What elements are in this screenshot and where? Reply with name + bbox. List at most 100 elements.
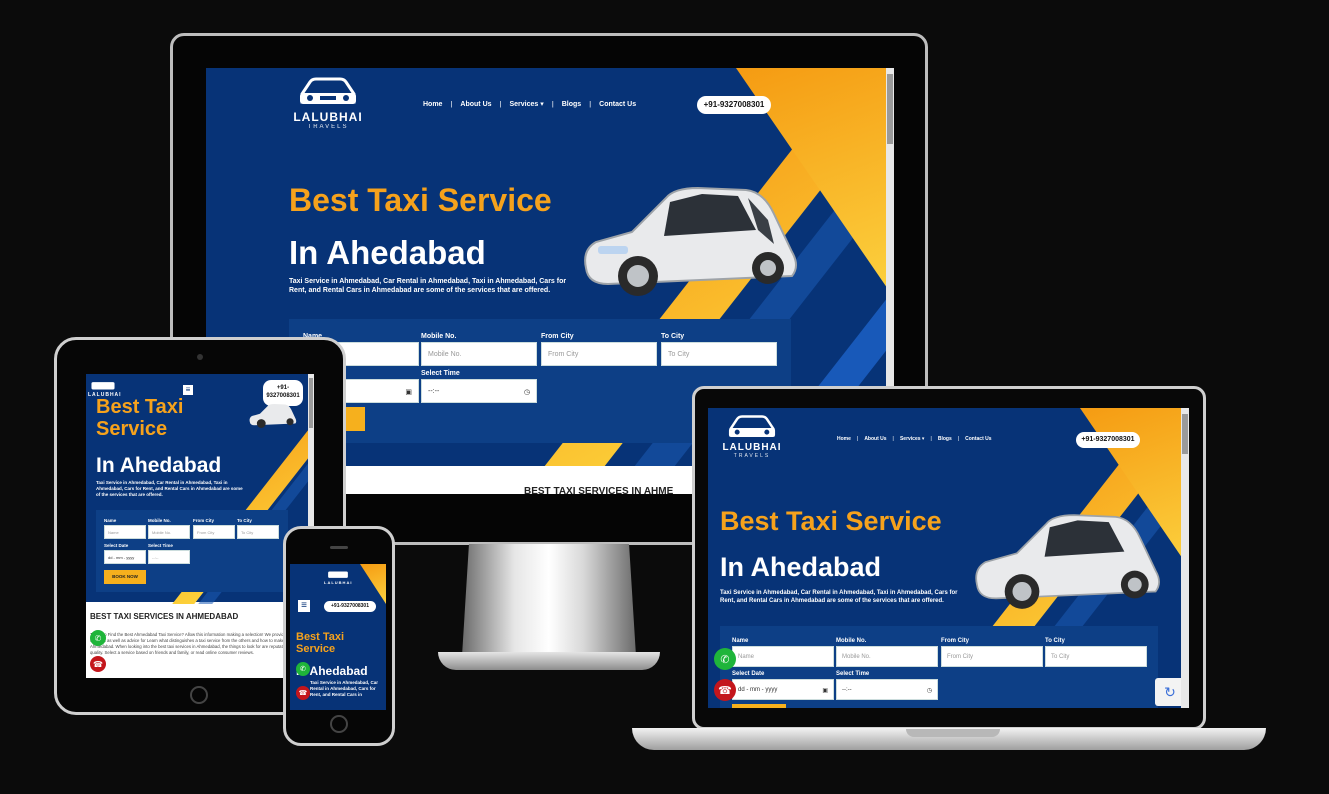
date-label: Select Date <box>732 671 765 677</box>
site-logo[interactable]: LALUBHAI TRAVELS <box>292 76 364 130</box>
hamburger-icon[interactable]: ≡ <box>298 600 310 612</box>
to-label: To City <box>1045 638 1065 644</box>
call-button[interactable]: ☎ <box>714 679 736 701</box>
nav-blogs[interactable]: Blogs <box>938 436 952 442</box>
whatsapp-button[interactable]: ✆ <box>296 662 310 676</box>
call-button[interactable]: ☎ <box>296 686 310 700</box>
date-input[interactable]: dd - mm - yyyy <box>104 550 146 564</box>
hamburger-icon[interactable]: ≡ <box>183 385 193 395</box>
site-logo[interactable]: LALUBHAI <box>324 568 352 585</box>
laptop-scrollbar[interactable] <box>1181 408 1189 708</box>
calendar-icon: ▣ <box>822 688 828 694</box>
nav-services[interactable]: Services ▾ <box>510 100 544 108</box>
booking-form: Name Mobile No. From City To City Name M… <box>96 510 288 592</box>
logo-name: LALUBHAI <box>722 442 782 453</box>
time-label: Select Time <box>148 543 173 548</box>
phone-speaker <box>330 546 348 549</box>
phone-button[interactable]: +91-9327008301 <box>697 96 771 114</box>
from-label: From City <box>541 333 574 340</box>
car-logo-icon <box>328 571 348 578</box>
time-input[interactable]: --:-- ◷ <box>421 379 537 403</box>
hero-description: Taxi Service in Ahmedabad, Car Rental in… <box>289 278 567 294</box>
car-image <box>249 404 297 428</box>
booking-form: Name Mobile No. From City To City Name M… <box>720 626 1158 708</box>
nav-home[interactable]: Home <box>423 101 442 108</box>
date-input[interactable]: dd - mm - yyyy ▣ <box>732 679 834 700</box>
tablet-camera <box>197 354 203 360</box>
phone-button[interactable]: +91-9327008301 <box>1076 432 1140 448</box>
nav-contact[interactable]: Contact Us <box>599 101 636 108</box>
monitor-base <box>438 652 660 670</box>
monitor-stand <box>462 544 636 656</box>
nav-blogs[interactable]: Blogs <box>562 101 581 108</box>
phone-icon: ☎ <box>93 659 103 669</box>
mobile-input[interactable]: Mobile No. <box>421 342 537 366</box>
whatsapp-button[interactable]: ✆ <box>90 630 106 646</box>
car-image <box>584 186 797 296</box>
to-input[interactable]: To City <box>237 525 279 539</box>
whatsapp-icon: ✆ <box>720 653 730 666</box>
site-logo[interactable]: LALUBHAI <box>88 378 121 398</box>
phone-screen: LALUBHAI ≡ +91-9327008301 Best Taxi Servi… <box>290 564 386 710</box>
name-input[interactable]: Name <box>104 525 146 539</box>
logo-sub: TRAVELS <box>733 453 771 459</box>
whatsapp-button[interactable]: ✆ <box>714 648 736 670</box>
to-input[interactable]: To City <box>661 342 777 366</box>
time-input[interactable]: --:-- <box>148 550 190 564</box>
time-label: Select Time <box>421 370 460 377</box>
hero-subtitle: In Ahedabad <box>96 454 222 477</box>
phone-home-button <box>330 715 348 733</box>
time-label: Select Time <box>836 671 870 677</box>
mobile-label: Mobile No. <box>148 518 171 523</box>
nav-services[interactable]: Services ▾ <box>900 436 924 442</box>
whatsapp-icon: ✆ <box>300 666 306 673</box>
nav-home[interactable]: Home <box>837 436 851 442</box>
book-now-button[interactable]: BOOK NOW <box>104 570 146 584</box>
main-nav: Home | About Us | Services ▾ | Blogs | Conta… <box>423 100 637 109</box>
hero-description: Taxi Service in Ahmedabad, Car Rental in… <box>96 480 243 497</box>
hero-title: Best Taxi Service <box>296 631 345 655</box>
car-logo-icon <box>300 77 356 104</box>
section-title: BEST TAXI SERVICES IN AHME <box>524 486 674 494</box>
tablet-screen: LALUBHAI ≡ +91- 9327008301 Best Taxi Servi… <box>86 374 314 678</box>
hero-subtitle: In Ahedabad <box>720 552 882 582</box>
nav-contact[interactable]: Contact Us <box>965 436 991 442</box>
to-label: To City <box>661 333 685 340</box>
phone-button[interactable]: +91-9327008301 <box>324 601 376 612</box>
section-text: Trying to Find the Best Ahmedabad Taxi S… <box>90 632 310 655</box>
from-label: From City <box>193 518 215 523</box>
mobile-input[interactable]: Mobile No. <box>148 525 190 539</box>
whatsapp-icon: ✆ <box>94 633 102 643</box>
site-logo[interactable]: LALUBHAI TRAVELS <box>722 414 782 459</box>
from-input[interactable]: From City <box>941 646 1043 667</box>
name-label: Name <box>104 518 117 523</box>
phone-icon: ☎ <box>718 684 732 697</box>
car-logo-icon <box>91 382 115 390</box>
book-now-button[interactable] <box>732 704 786 708</box>
mobile-label: Mobile No. <box>836 638 867 644</box>
nav-about[interactable]: About Us <box>864 436 886 442</box>
logo-name: LALUBHAI <box>293 110 363 124</box>
to-label: To City <box>237 518 252 523</box>
to-input[interactable]: To City <box>1045 646 1147 667</box>
hero-title: Best Taxi Service <box>720 506 942 536</box>
from-input[interactable]: From City <box>193 525 235 539</box>
date-label: Select Date <box>104 543 129 548</box>
time-input[interactable]: --:-- ◷ <box>836 679 938 700</box>
call-button[interactable]: ☎ <box>90 656 106 672</box>
hero-title: Best Taxi Service <box>289 182 552 218</box>
clock-icon: ◷ <box>926 688 932 694</box>
from-input[interactable]: From City <box>541 342 657 366</box>
name-input[interactable]: Name <box>732 646 834 667</box>
mobile-input[interactable]: Mobile No. <box>836 646 938 667</box>
logo-name: LALUBHAI <box>324 580 353 585</box>
phone-icon: ☎ <box>298 690 308 697</box>
hero-description: Taxi Service in Ahmedabad, Car Rental in… <box>310 680 379 697</box>
nav-about[interactable]: About Us <box>460 101 491 108</box>
car-image <box>975 514 1160 609</box>
from-label: From City <box>941 638 970 644</box>
hero-subtitle: In Ahedabad <box>289 234 486 271</box>
calendar-icon: ▣ <box>405 389 412 396</box>
mobile-label: Mobile No. <box>421 333 457 340</box>
clock-icon: ◷ <box>523 389 530 396</box>
